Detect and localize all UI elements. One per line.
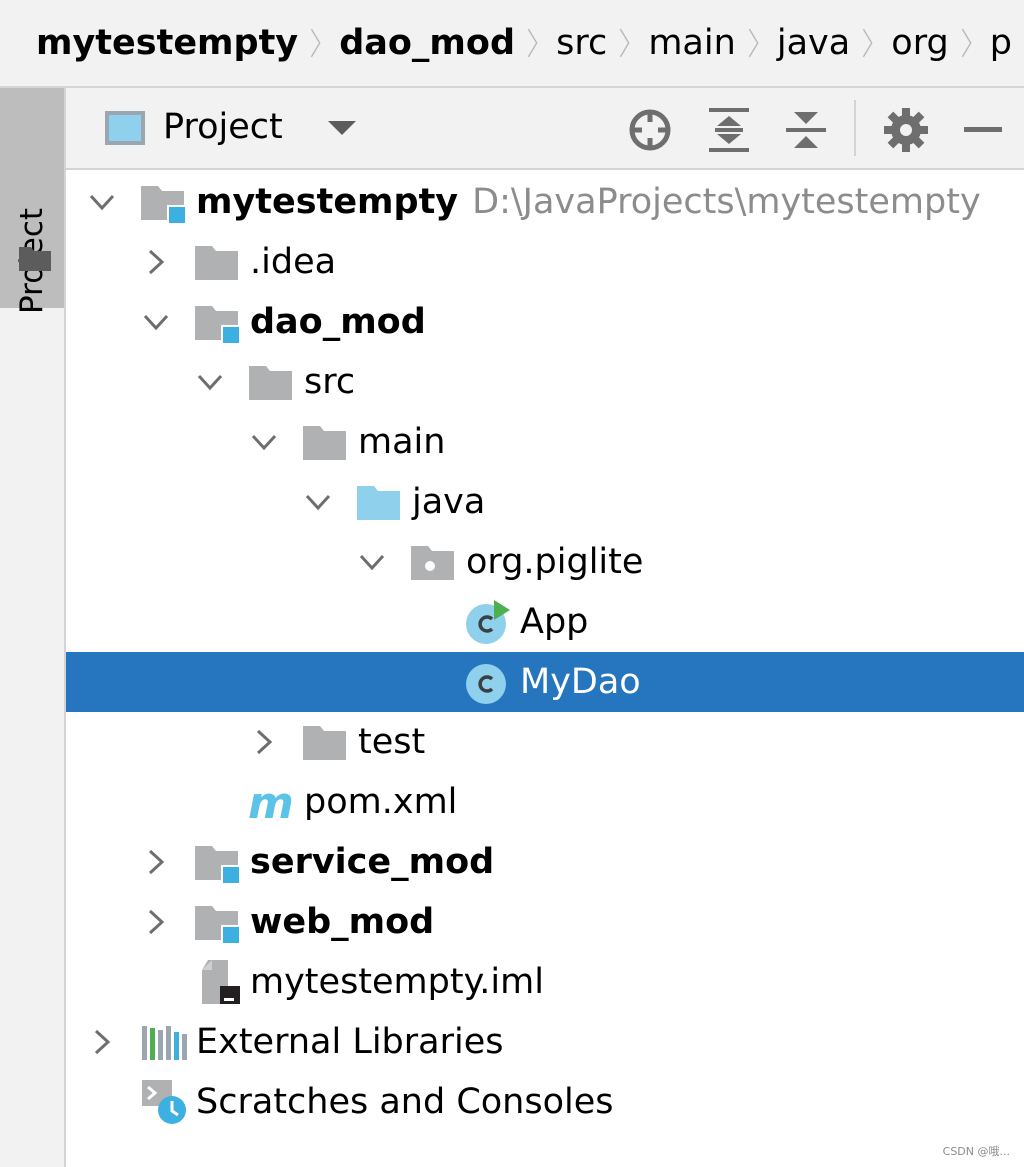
tree-node-label: java [412,482,486,522]
tool-window-stripe: Project [0,88,66,1167]
chevron-right-icon[interactable] [88,1028,116,1056]
module-folder-icon [195,846,241,884]
tree-node-idea[interactable]: .idea [66,232,1024,292]
tree-node-iml[interactable]: mytestempty.iml [66,952,1024,1012]
breadcrumb-item-java[interactable]: java [777,0,862,86]
watermark: CSDN @哦... [942,1145,1010,1158]
tree-node-label: .idea [250,242,337,282]
tree-node-src[interactable]: src [66,352,1024,412]
tree-node-label: web_mod [250,902,435,942]
chevron-down-icon[interactable] [304,488,332,516]
folder-icon [303,426,346,460]
chevron-right-icon [862,28,873,58]
module-folder-icon [195,906,241,944]
minimize-icon[interactable] [960,106,1008,154]
project-view-selector[interactable]: Project [163,107,283,147]
maven-icon: m [248,782,294,824]
tree-node-java[interactable]: java [66,472,1024,532]
tree-node-pom-xml[interactable]: m pom.xml [66,772,1024,832]
tree-node-scratches[interactable]: Scratches and Consoles [66,1072,1024,1132]
project-path: D:\JavaProjects\mytestempty [472,182,981,222]
tree-node-label: Scratches and Consoles [196,1082,614,1122]
package-icon [411,546,454,580]
tree-node-name: mytestempty [196,182,459,222]
chevron-down-icon[interactable] [358,548,386,576]
class-icon [466,664,506,704]
chevron-right-icon[interactable] [250,728,278,756]
chevron-right-icon[interactable] [142,908,170,936]
tree-node-label: dao_mod [250,302,426,342]
tree-node-label: MyDao [520,662,641,702]
tree-node-org-piglite[interactable]: org.piglite [66,532,1024,592]
runnable-class-icon [466,600,510,644]
chevron-right-icon [961,28,972,58]
project-view-icon [105,111,145,145]
chevron-down-icon[interactable] [328,121,356,137]
chevron-down-icon[interactable] [250,428,278,456]
toolbar-divider [854,100,856,156]
tree-node-label: service_mod [250,842,495,882]
tree-node-label: org.piglite [466,542,644,582]
chevron-right-icon [527,28,538,58]
tree-node-label: App [520,602,589,642]
collapse-all-icon[interactable] [782,106,830,154]
tree-node-label: External Libraries [196,1022,504,1062]
folder-icon [249,366,292,400]
tree-node-app[interactable]: App [66,592,1024,652]
project-panel-header: Project [66,88,1024,170]
breadcrumb-item-mytestempty[interactable]: mytestempty [0,0,310,86]
module-folder-icon [141,186,187,224]
breadcrumb-item-src[interactable]: src [556,0,619,86]
project-tool-window-tab[interactable]: Project [0,88,64,314]
scratches-icon [142,1080,186,1124]
folder-icon [195,246,238,280]
locate-icon[interactable] [626,106,674,154]
expand-all-icon[interactable] [705,106,753,154]
gear-icon[interactable] [882,106,930,154]
chevron-right-icon [748,28,759,58]
tree-node-web-mod[interactable]: web_mod [66,892,1024,952]
folder-icon [303,726,346,760]
chevron-right-icon[interactable] [142,248,170,276]
source-folder-icon [357,486,400,520]
tree-node-test[interactable]: test [66,712,1024,772]
tree-node-external-libraries[interactable]: External Libraries [66,1012,1024,1072]
breadcrumb-item-p[interactable]: p [990,0,1024,86]
libraries-icon [142,1026,187,1060]
breadcrumb-item-main[interactable]: main [648,0,747,86]
tree-node-dao-mod[interactable]: dao_mod [66,292,1024,352]
chevron-down-icon[interactable] [142,308,170,336]
tree-node-label: src [304,362,356,402]
breadcrumb: mytestempty dao_mod src main java org p [0,0,1024,88]
breadcrumb-item-dao-mod[interactable]: dao_mod [339,0,527,86]
svg-text:m: m [248,782,294,824]
tree-node-main[interactable]: main [66,412,1024,472]
chevron-right-icon[interactable] [142,848,170,876]
breadcrumb-item-org[interactable]: org [891,0,960,86]
tree-node-label: test [358,722,426,762]
iml-file-icon [202,960,240,1004]
module-folder-icon [195,306,241,344]
tree-node-service-mod[interactable]: service_mod [66,832,1024,892]
tree-node-label: mytestempty.iml [250,962,544,1002]
tree-node-label: main [358,422,446,462]
chevron-down-icon[interactable] [196,368,224,396]
tree-node-mytestempty[interactable]: mytestempty D:\JavaProjects\mytestempty [66,172,1024,232]
tree-node-label: pom.xml [304,782,458,822]
tree-node-mydao[interactable]: MyDao [66,652,1024,712]
folder-icon [19,247,51,271]
tree-node-label: mytestempty D:\JavaProjects\mytestempty [196,178,981,226]
chevron-right-icon [620,28,630,58]
chevron-down-icon[interactable] [88,188,116,216]
chevron-right-icon [310,28,321,58]
